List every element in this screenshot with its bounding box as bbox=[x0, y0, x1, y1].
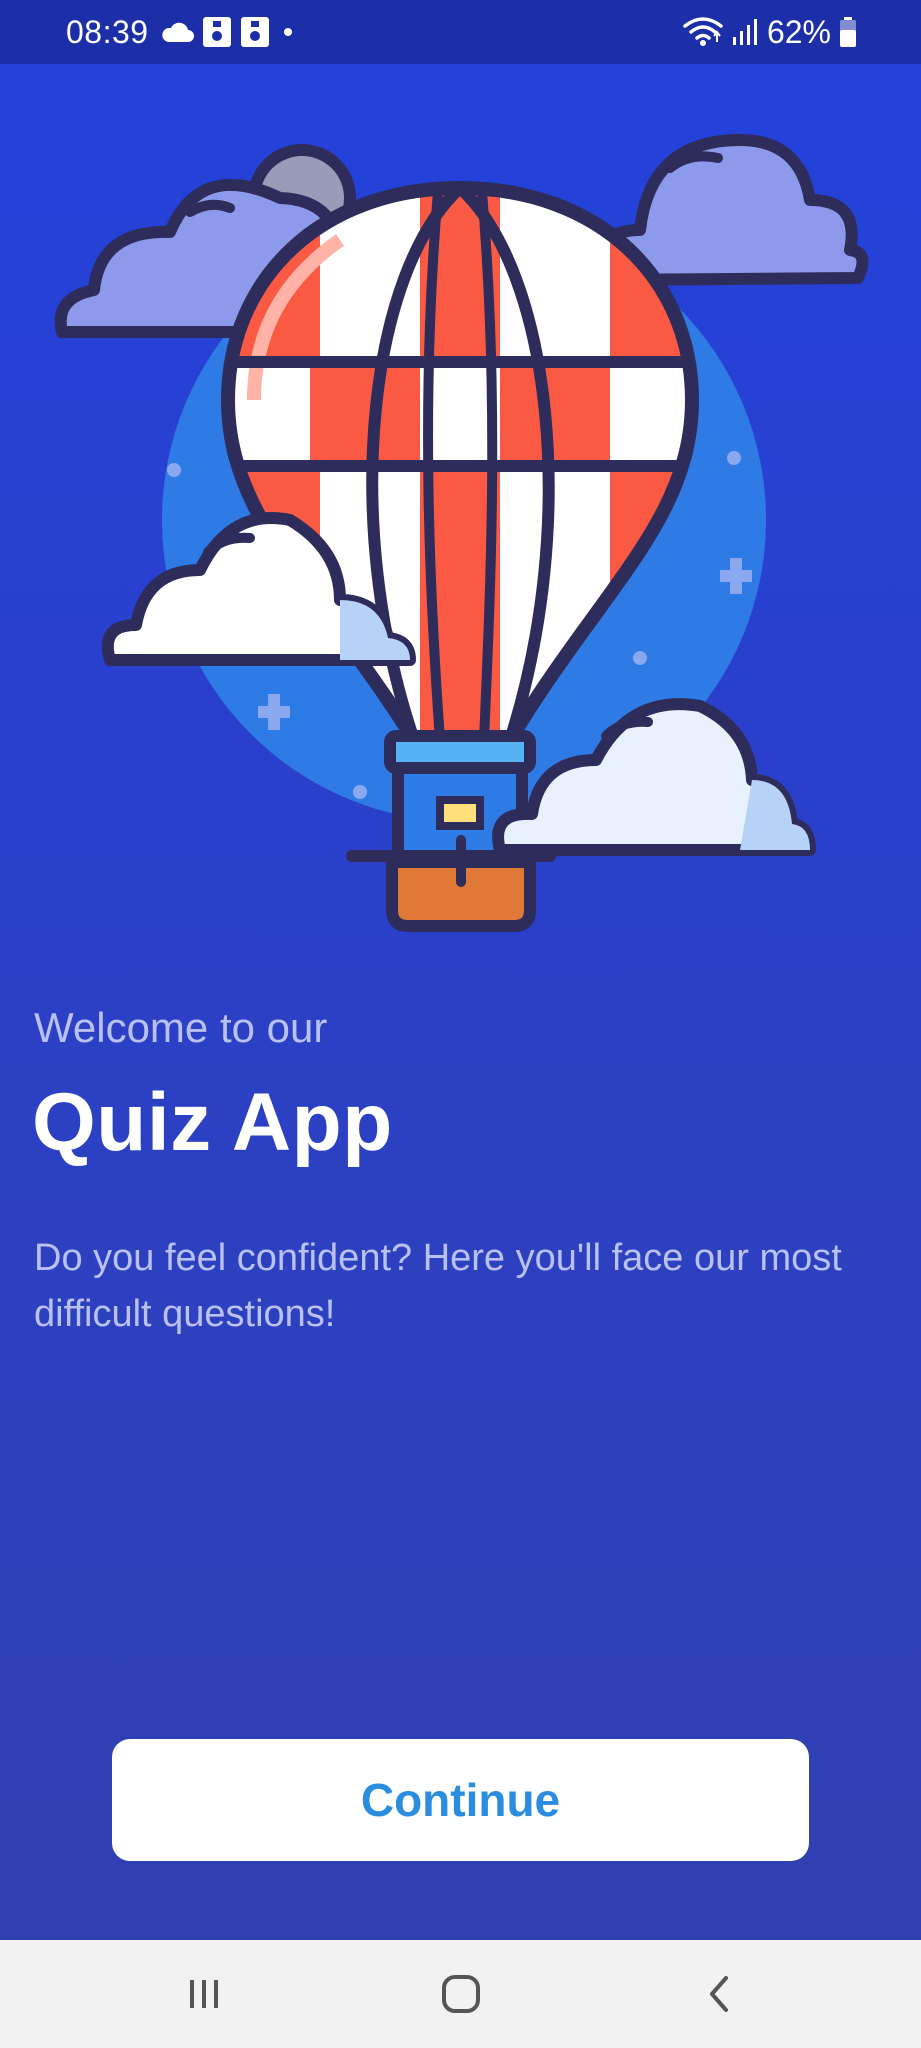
home-button[interactable] bbox=[421, 1964, 501, 2024]
welcome-text: Welcome to our bbox=[34, 1004, 328, 1051]
sim-card-icon bbox=[203, 17, 231, 47]
status-time: 08:39 bbox=[66, 14, 149, 50]
signal-icon bbox=[732, 19, 757, 45]
battery-icon bbox=[840, 17, 856, 47]
wifi-icon bbox=[683, 17, 723, 46]
notification-dot-icon bbox=[284, 28, 292, 36]
welcome-screen: 08:39 62% Welcome to our Quiz App Do you… bbox=[0, 0, 921, 1940]
back-button[interactable] bbox=[680, 1964, 760, 2024]
sim-card-icon bbox=[241, 17, 269, 47]
recent-apps-icon bbox=[190, 1980, 218, 2008]
recent-apps-button[interactable] bbox=[164, 1964, 244, 2024]
continue-button-label: Continue bbox=[360, 1774, 561, 1826]
status-notification-icons bbox=[160, 14, 298, 50]
back-icon bbox=[710, 1976, 728, 2012]
page-title: Quiz App bbox=[32, 1077, 393, 1168]
battery-percentage: 62% bbox=[766, 13, 831, 50]
home-icon bbox=[442, 1975, 480, 2013]
status-bar: 08:39 62% bbox=[0, 0, 921, 64]
status-system-icons: 62% bbox=[683, 14, 857, 50]
subtitle-text: Do you feel confident? Here you'll face … bbox=[34, 1237, 842, 1335]
hot-air-balloon-illustration bbox=[54, 134, 869, 932]
cloud-icon bbox=[162, 22, 194, 42]
continue-button[interactable]: Continue bbox=[112, 1739, 809, 1861]
system-navigation-bar bbox=[0, 1940, 921, 2048]
